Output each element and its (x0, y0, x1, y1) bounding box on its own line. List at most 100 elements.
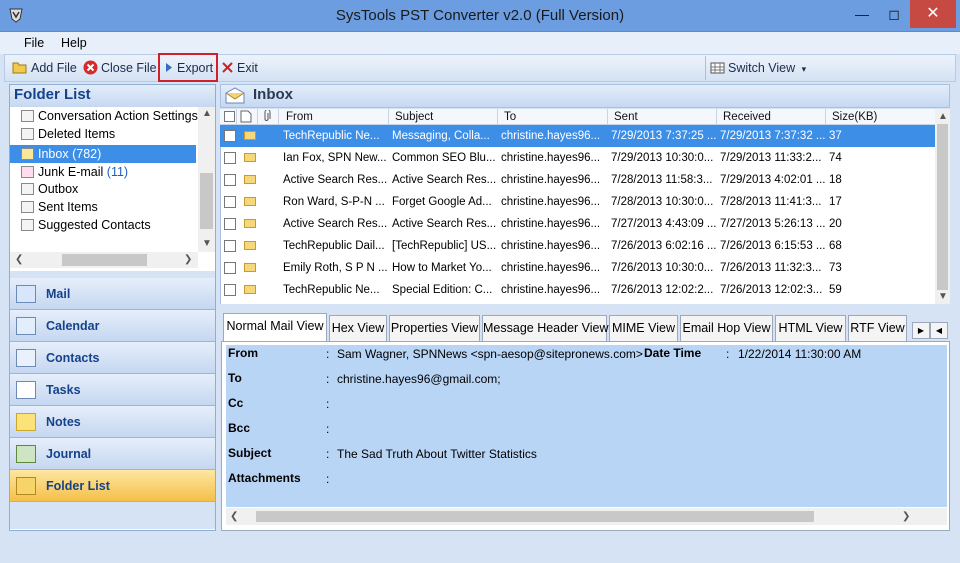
tab-rtf-view[interactable]: RTF View (848, 315, 907, 341)
cell-size: 73 (829, 262, 842, 274)
nav-label: Folder List (46, 479, 110, 493)
scroll-down-icon[interactable]: ▼ (938, 291, 948, 302)
row-checkbox[interactable] (224, 152, 236, 164)
add-file-button[interactable]: Add File (12, 60, 77, 77)
message-row[interactable]: Active Search Res... Active Search Res...… (220, 213, 935, 235)
folder-tree-vscrollbar[interactable]: ▲ ▼ (198, 107, 215, 252)
tab-properties-view[interactable]: Properties View (389, 315, 480, 341)
tab-html-view[interactable]: HTML View (775, 315, 846, 341)
scroll-left-icon[interactable]: ❮ (15, 254, 23, 265)
folder-item-outbox[interactable]: Outbox (10, 180, 196, 198)
scroll-thumb[interactable] (937, 124, 948, 290)
column-header-subject[interactable]: Subject (395, 111, 433, 123)
nav-label: Mail (46, 287, 71, 301)
scroll-left-icon[interactable]: ❮ (230, 511, 238, 522)
maximize-button[interactable]: ◻ (878, 0, 910, 28)
nav-calendar[interactable]: Calendar (10, 310, 215, 342)
nav-label: Notes (46, 415, 81, 429)
envelope-icon (244, 131, 256, 140)
detail-hscrollbar[interactable]: ❮ ❯ (226, 508, 947, 525)
message-row[interactable]: Ian Fox, SPN New... Common SEO Blu... chri… (220, 147, 935, 169)
row-checkbox[interactable] (224, 284, 236, 296)
message-row[interactable]: TechRepublic Dail... [TechRepublic] US...… (220, 235, 935, 257)
cell-sent: 7/29/2013 10:30:0... (611, 152, 714, 164)
nav-notes[interactable]: Notes (10, 406, 215, 438)
message-row[interactable]: Emily Roth, S P N ... How to Market Yo...… (220, 257, 935, 279)
close-window-button[interactable]: ✕ (910, 0, 956, 28)
message-row[interactable]: TechRepublic Ne... Messaging, Colla... chr… (220, 125, 935, 147)
folder-item-junk-email[interactable]: Junk E-mail (11) (10, 163, 196, 181)
row-checkbox[interactable] (224, 218, 236, 230)
cell-size: 68 (829, 240, 842, 252)
column-header-from[interactable]: From (286, 111, 313, 123)
cell-from: TechRepublic Ne... (283, 284, 380, 296)
tab-message-header-view[interactable]: Message Header View (482, 315, 609, 341)
folder-label: Sent Items (38, 200, 98, 214)
tab-scroll-left-icon[interactable]: ◀ (930, 322, 948, 339)
row-checkbox[interactable] (224, 262, 236, 274)
row-checkbox[interactable] (224, 196, 236, 208)
cc-label: Cc (228, 396, 244, 410)
minimize-button[interactable]: — (846, 0, 878, 28)
tab-scroll-right-icon[interactable]: ▶ (912, 322, 930, 339)
close-file-button[interactable]: Close File (83, 60, 157, 77)
folder-item-suggested-contacts[interactable]: Suggested Contacts (10, 216, 196, 234)
tab-mime-view[interactable]: MIME View (609, 315, 678, 341)
folder-label: Junk E-mail (38, 165, 104, 179)
inbox-icon (225, 87, 245, 104)
window-title: SysTools PST Converter v2.0 (Full Versio… (335, 7, 625, 24)
folder-item-deleted-items[interactable]: Deleted Items (10, 125, 196, 143)
message-list-vscrollbar[interactable]: ▲ ▼ (935, 109, 950, 304)
row-checkbox[interactable] (224, 130, 236, 142)
scroll-up-icon[interactable]: ▲ (938, 111, 948, 122)
menu-file[interactable]: File (24, 36, 44, 50)
cell-from: TechRepublic Dail... (283, 240, 385, 252)
message-row[interactable]: Active Search Res... Active Search Res...… (220, 169, 935, 191)
folder-icon (21, 110, 34, 122)
tab-hex-view[interactable]: Hex View (329, 315, 387, 341)
scroll-down-icon[interactable]: ▼ (202, 238, 212, 249)
nav-journal[interactable]: Journal (10, 438, 215, 470)
folder-item-sent-items[interactable]: Sent Items (10, 198, 196, 216)
column-header-size[interactable]: Size(KB) (832, 111, 877, 123)
message-row[interactable]: Ron Ward, S-P-N ... Forget Google Ad... ch… (220, 191, 935, 213)
scroll-right-icon[interactable]: ❯ (902, 511, 910, 522)
switch-view-button[interactable]: Switch View ▾ (710, 60, 806, 77)
folder-icon (21, 128, 34, 140)
cell-sent: 7/26/2013 6:02:16 ... (611, 240, 716, 252)
scroll-thumb[interactable] (200, 173, 213, 229)
folder-tree-hscrollbar[interactable]: ❮ ❯ (10, 252, 198, 268)
inbox-icon (21, 148, 34, 160)
scroll-thumb[interactable] (62, 254, 147, 266)
folder-item-conversation-action-settings[interactable]: Conversation Action Settings (10, 107, 198, 125)
cell-sent: 7/28/2013 10:30:0... (611, 196, 714, 208)
exit-button[interactable]: Exit (221, 60, 258, 77)
scroll-right-icon[interactable]: ❯ (184, 254, 192, 265)
folder-open-icon (12, 62, 27, 74)
cell-sent: 7/28/2013 11:58:3... (611, 174, 713, 186)
subject-value: The Sad Truth About Twitter Statistics (337, 447, 537, 461)
folder-item-inbox[interactable]: Inbox (782) (10, 145, 196, 163)
cell-received: 7/27/2013 5:26:13 ... (720, 218, 825, 230)
cell-received: 7/26/2013 12:02:3... (720, 284, 823, 296)
nav-mail[interactable]: Mail (10, 278, 215, 310)
tab-email-hop-view[interactable]: Email Hop View (680, 315, 773, 341)
scroll-thumb[interactable] (256, 511, 814, 522)
select-all-checkbox[interactable] (224, 111, 235, 122)
folder-icon (16, 477, 36, 495)
message-row[interactable]: TechRepublic Ne... Special Edition: C... c… (220, 279, 935, 301)
scroll-up-icon[interactable]: ▲ (202, 108, 212, 119)
menu-help[interactable]: Help (61, 36, 87, 50)
column-header-received[interactable]: Received (723, 111, 771, 123)
tab-normal-mail-view[interactable]: Normal Mail View (223, 313, 327, 342)
row-checkbox[interactable] (224, 240, 236, 252)
column-header-to[interactable]: To (504, 111, 516, 123)
export-button[interactable]: Export (164, 60, 213, 77)
nav-folder-list[interactable]: Folder List (10, 470, 215, 502)
nav-tasks[interactable]: Tasks (10, 374, 215, 406)
cell-from: TechRepublic Ne... (283, 130, 380, 142)
splitter[interactable] (220, 304, 950, 312)
row-checkbox[interactable] (224, 174, 236, 186)
nav-contacts[interactable]: Contacts (10, 342, 215, 374)
column-header-sent[interactable]: Sent (614, 111, 638, 123)
